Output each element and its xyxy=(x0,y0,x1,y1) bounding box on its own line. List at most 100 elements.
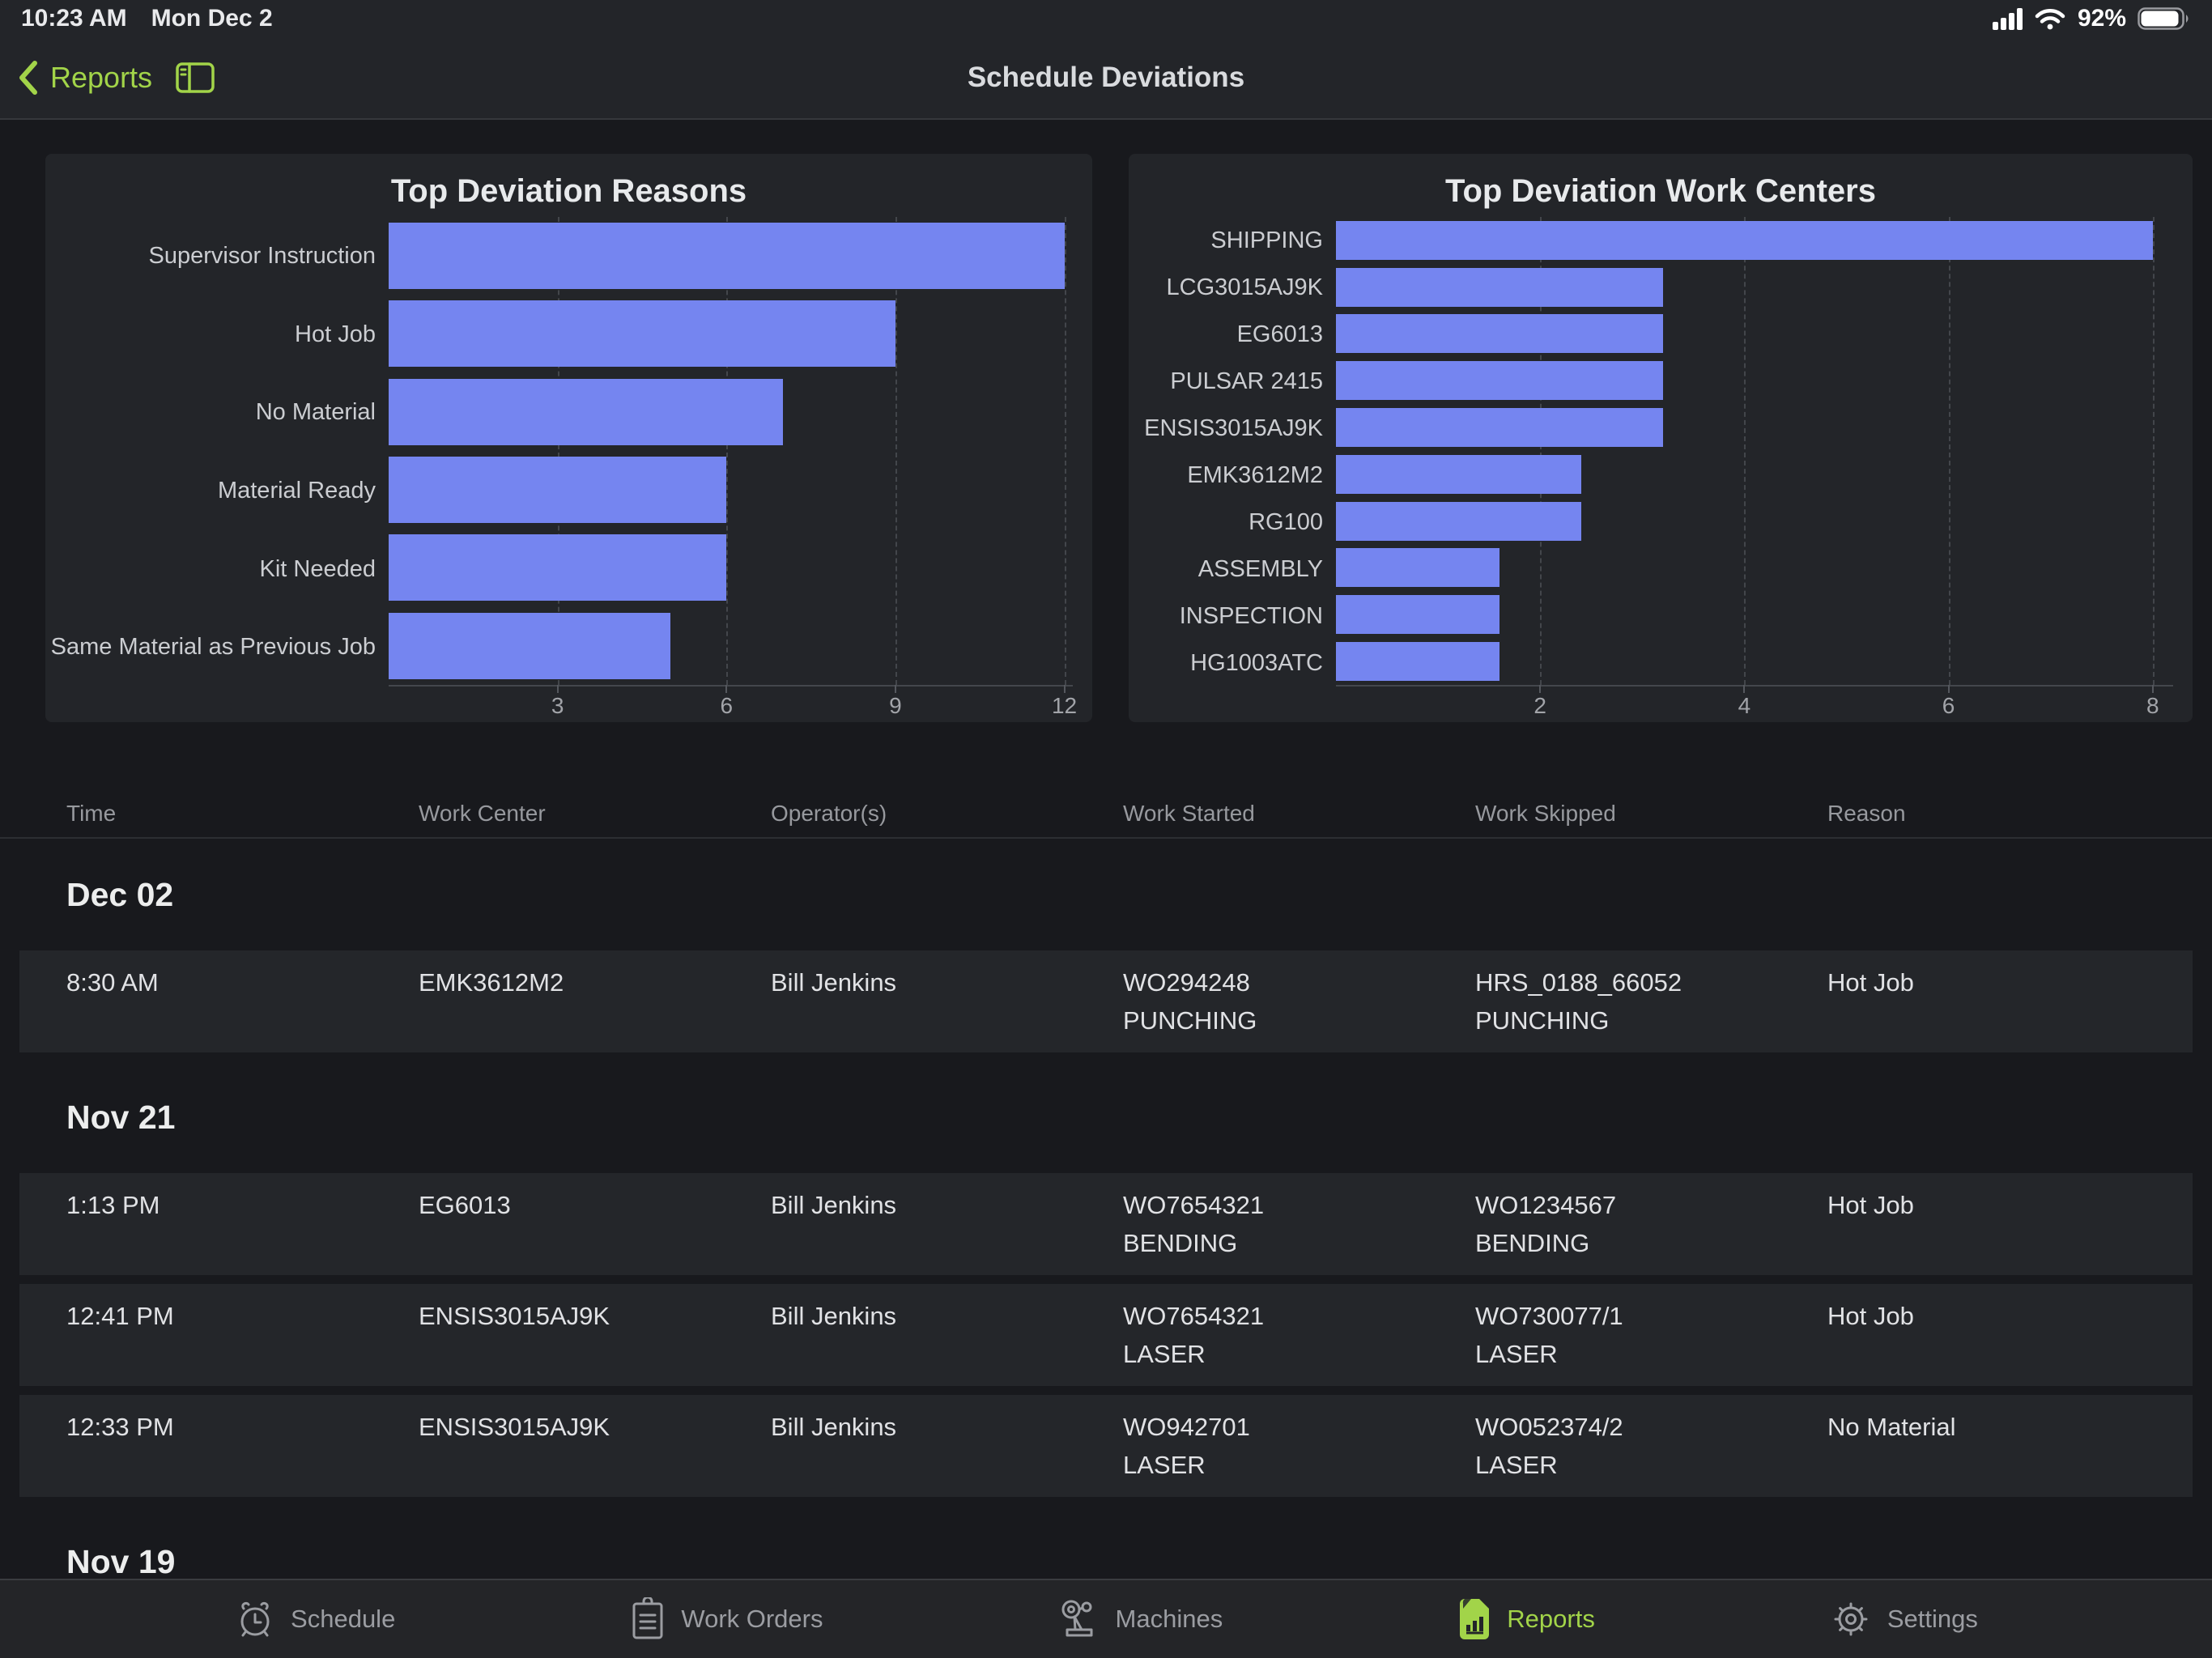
tab-label: Settings xyxy=(1887,1605,1978,1633)
cell-work-started: WO7654321 BENDING xyxy=(1123,1191,1265,1257)
tab-label: Reports xyxy=(1507,1605,1595,1633)
chart-category-label: Material Ready xyxy=(217,477,376,504)
chart-tick-label: 2 xyxy=(1534,693,1546,718)
cell-work-center: ENSIS3015AJ9K xyxy=(419,1413,610,1441)
status-left: 10:23 AM Mon Dec 2 xyxy=(21,5,273,32)
wifi-icon xyxy=(2035,9,2065,30)
cell-reason: Hot Job xyxy=(1827,1191,1914,1219)
tab-work-orders[interactable]: Work Orders xyxy=(629,1597,823,1641)
chart-bar-row xyxy=(1336,357,2173,404)
chart-tick-mark xyxy=(725,685,728,693)
cell-time: 12:33 PM xyxy=(66,1413,174,1441)
chart-bar xyxy=(1336,267,1663,307)
chart-tick-label: 9 xyxy=(889,693,902,718)
chart-bar-row xyxy=(389,373,1073,451)
chart-tick-label: 4 xyxy=(1738,693,1751,718)
cell-work-started: WO942701 LASER xyxy=(1123,1413,1250,1479)
status-time: 10:23 AM xyxy=(21,5,127,32)
chart-category-labels: SHIPPING LCG3015AJ9K EG6013 PULSAR 2415 ENSI… xyxy=(1144,217,1336,687)
tab-schedule[interactable]: Schedule xyxy=(234,1598,395,1640)
chart-tick-mark xyxy=(1947,685,1950,693)
chart-tick-mark xyxy=(556,685,559,693)
table-row[interactable]: 1:13 PM EG6013 Bill Jenkins WO7654321 BENDIN… xyxy=(19,1173,2193,1275)
chart-category-label: ENSIS3015AJ9K xyxy=(1144,414,1323,441)
cell-time: 8:30 AM xyxy=(66,968,159,997)
chart-bar xyxy=(1336,548,1499,588)
chart-category-label: Hot Job xyxy=(295,321,376,347)
chart-category-label: ASSEMBLY xyxy=(1197,555,1323,582)
chart-category-label: INSPECTION xyxy=(1179,602,1323,629)
back-chevron-icon[interactable] xyxy=(18,60,39,96)
chart-category-label: PULSAR 2415 xyxy=(1170,368,1323,394)
chart-bar-row xyxy=(389,451,1073,529)
chart-bar xyxy=(1336,642,1499,682)
status-right: 92% xyxy=(1992,5,2191,32)
tab-label: Schedule xyxy=(291,1605,396,1633)
chart-bar xyxy=(389,223,1065,290)
chart-tick-label: 6 xyxy=(1942,693,1955,718)
chart-bar xyxy=(389,534,727,602)
cell-work-started: WO294248 PUNCHING xyxy=(1123,968,1257,1035)
chart-bar-row xyxy=(1336,591,2173,638)
cell-reason: Hot Job xyxy=(1827,1302,1914,1330)
chart-bar-row xyxy=(389,529,1073,606)
gear-icon xyxy=(1834,1602,1868,1636)
chart-category-label: LCG3015AJ9K xyxy=(1166,274,1323,300)
chart-category-label: No Material xyxy=(255,399,376,426)
alarm-clock-icon xyxy=(240,1601,270,1637)
chart-category-labels: Supervisor Instruction Hot Job No Material… xyxy=(50,217,389,687)
battery-icon xyxy=(2138,7,2189,30)
chart-category-label: Supervisor Instruction xyxy=(148,242,376,269)
tab-reports[interactable]: Reports xyxy=(1457,1597,1595,1641)
chart-bar-row xyxy=(1336,311,2173,358)
chart-tick-label: 8 xyxy=(2146,693,2159,718)
page-title: Schedule Deviations xyxy=(967,62,1245,93)
cell-work-center: EMK3612M2 xyxy=(419,968,564,997)
sidebar-toggle-icon[interactable] xyxy=(175,61,215,95)
chart-tick-mark xyxy=(1539,685,1542,693)
chart-bar xyxy=(1336,361,1663,401)
chart-bar xyxy=(1336,314,1663,354)
chart-tick-mark xyxy=(894,685,896,693)
chart-bar-row xyxy=(389,295,1073,372)
column-header: Time xyxy=(66,801,117,826)
column-header: Work Center xyxy=(419,801,546,826)
chart-bar xyxy=(389,612,670,679)
chart-bar-row xyxy=(1336,545,2173,592)
tab-settings[interactable]: Settings xyxy=(1829,1597,1978,1641)
chart-bar xyxy=(1336,595,1499,635)
status-date: Mon Dec 2 xyxy=(151,5,273,32)
chart-category-label: RG100 xyxy=(1249,508,1323,535)
chart-bar-row xyxy=(1336,404,2173,451)
deviation-table: Time Work Center Operator(s) Work Started Wo… xyxy=(0,790,2212,1618)
chart-category-label: EMK3612M2 xyxy=(1187,461,1323,488)
table-row[interactable]: 8:30 AM EMK3612M2 Bill Jenkins WO294248 PUNC… xyxy=(19,950,2193,1052)
cell-time: 12:41 PM xyxy=(66,1302,174,1330)
column-header: Reason xyxy=(1827,801,1906,826)
chart-plot-area xyxy=(389,217,1073,687)
table-header-row: Time Work Center Operator(s) Work Started Wo… xyxy=(0,790,2212,839)
chart-title: Top Deviation Work Centers xyxy=(1445,173,1876,209)
chart-bar-row xyxy=(1336,217,2173,264)
chart-category-label: EG6013 xyxy=(1236,321,1323,347)
column-header: Operator(s) xyxy=(771,801,887,826)
chart-bar-row xyxy=(1336,498,2173,545)
table-row[interactable]: 12:41 PM ENSIS3015AJ9K Bill Jenkins WO76543… xyxy=(19,1284,2193,1386)
chart-bar xyxy=(1336,501,1581,541)
table-row[interactable]: 12:33 PM ENSIS3015AJ9K Bill Jenkins WO94270… xyxy=(19,1395,2193,1497)
column-header: Work Skipped xyxy=(1475,801,1616,826)
chart-tick-label: 3 xyxy=(551,693,564,718)
tab-machines[interactable]: Machines xyxy=(1057,1597,1223,1641)
cell-work-center: EG6013 xyxy=(419,1191,511,1219)
chart-category-label: Kit Needed xyxy=(259,555,376,582)
back-button[interactable]: Reports xyxy=(50,61,152,95)
chart-category-label: HG1003ATC xyxy=(1190,649,1323,676)
cell-work-skipped: WO730077/1 LASER xyxy=(1475,1302,1623,1368)
chart-category-label: SHIPPING xyxy=(1210,227,1323,253)
column-header: Work Started xyxy=(1123,801,1255,826)
chart-bar-row xyxy=(389,217,1073,295)
chart-top-deviation-reasons: Top Deviation Reasons Supervisor Instruc… xyxy=(45,154,1092,722)
chart-category-label: Same Material as Previous Job xyxy=(50,634,376,661)
chart-bar xyxy=(389,378,783,445)
cell-operators: Bill Jenkins xyxy=(771,1302,897,1330)
